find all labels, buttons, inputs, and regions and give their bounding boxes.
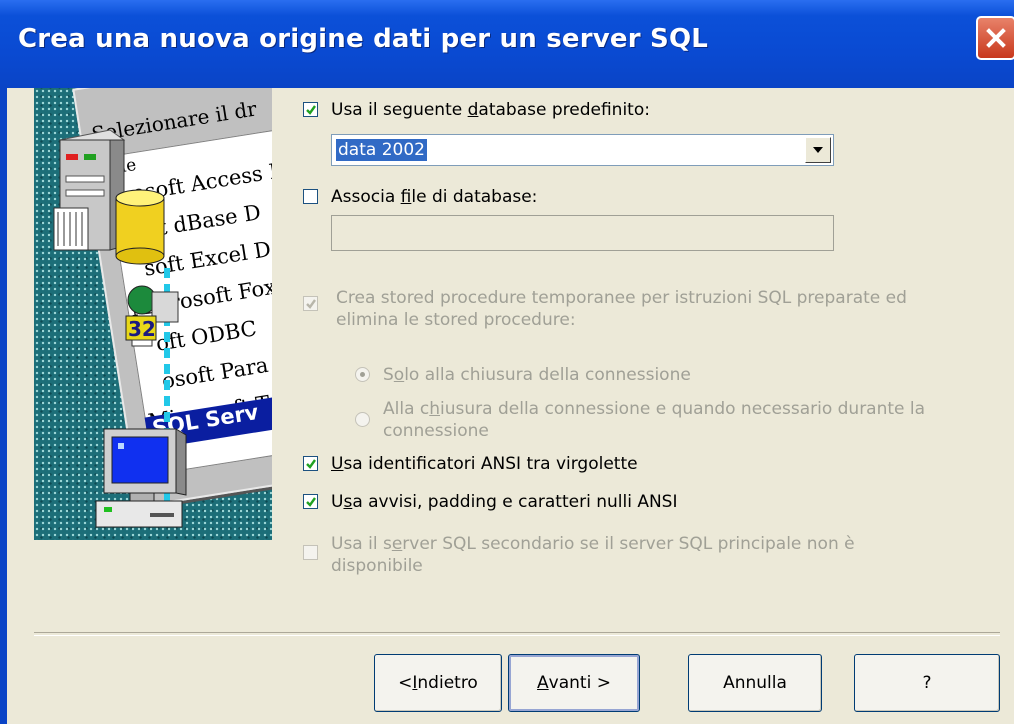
label-accelerator: h <box>429 399 441 419</box>
checkmark-icon <box>305 496 316 507</box>
label-accelerator: U <box>331 454 344 474</box>
label-line: connessione <box>383 421 489 441</box>
database-select-value: data 2002 <box>336 139 427 161</box>
checkmark-icon <box>305 458 316 469</box>
wizard-illustration: Selezionare il dr me osoft Access D oft … <box>34 88 272 540</box>
ansi-nulls-label[interactable]: Usa avvisi, padding e caratteri nulli AN… <box>331 492 677 512</box>
label-text: Alla c <box>383 399 430 419</box>
checkmark-icon <box>305 298 316 309</box>
help-button[interactable]: ? <box>854 654 1000 712</box>
label-accelerator: f <box>400 187 412 207</box>
label-text: U <box>331 492 344 512</box>
title-bar: Crea una nuova origine dati per un serve… <box>0 0 1014 88</box>
database-icon <box>115 189 165 265</box>
button-accelerator: A <box>537 673 549 693</box>
close-icon <box>986 28 1006 48</box>
label-text: atabase predefinito: <box>478 100 650 120</box>
label-text: Associa <box>331 187 401 207</box>
checkmark-icon <box>305 104 316 115</box>
button-text: Annulla <box>723 673 787 693</box>
attach-file-checkbox[interactable] <box>303 189 318 204</box>
button-separator <box>34 632 1000 636</box>
label-line: disponibile <box>331 556 423 576</box>
failover-server-label: Usa il server SQL secondario se il serve… <box>331 533 855 577</box>
illustration-driver: osoft Para <box>160 352 270 394</box>
ansi-nulls-checkbox[interactable] <box>303 494 318 509</box>
ansi-quoted-identifiers-label[interactable]: Usa identificatori ANSI tra virgolette <box>331 454 638 474</box>
label-text: a avvisi, padding e caratteri nulli ANSI <box>352 492 678 512</box>
button-text: < <box>398 673 413 693</box>
label-line: Crea stored procedure temporanee per ist… <box>336 288 907 308</box>
cancel-button[interactable]: Annulla <box>688 654 822 712</box>
default-database-checkbox[interactable] <box>303 102 318 117</box>
button-text: ndietro <box>417 673 478 693</box>
label-text: ile di database: <box>411 187 538 207</box>
label-line: elimina le stored procedure: <box>336 310 576 330</box>
default-database-label[interactable]: Usa il seguente database predefinito: <box>331 100 650 120</box>
radio-close-and-needed <box>355 412 370 427</box>
button-text: vanti > <box>548 673 611 693</box>
label-text: Usa il seguente <box>331 100 468 120</box>
radio-close-only <box>355 367 370 382</box>
radio-close-and-needed-label: Alla chiusura della connessione e quando… <box>383 398 925 442</box>
label-text: S <box>383 365 394 385</box>
temp-stored-procedure-checkbox <box>303 296 318 311</box>
label-text: sa identificatori ANSI tra virgolette <box>343 454 638 474</box>
label-accelerator: s <box>343 492 353 512</box>
label-accelerator: e <box>391 534 403 554</box>
computer-icon <box>95 428 187 528</box>
label-text: rver SQL secondario se il server SQL pri… <box>402 534 855 554</box>
close-button[interactable] <box>976 16 1014 60</box>
odbc-32-icon: 32 <box>125 285 179 347</box>
label-text: Usa il s <box>331 534 392 554</box>
button-text: ? <box>922 673 932 693</box>
window-title: Crea una nuova origine dati per un serve… <box>18 24 709 54</box>
label-accelerator: d <box>467 100 479 120</box>
label-text: iusura della connessione e quando necess… <box>440 399 926 419</box>
next-button[interactable]: Avanti > <box>508 654 640 712</box>
database-select[interactable]: data 2002 <box>331 134 834 166</box>
label-text: lo alla chiusura della connessione <box>404 365 691 385</box>
radio-dot <box>360 372 365 377</box>
radio-close-only-label: Solo alla chiusura della connessione <box>383 365 691 385</box>
chevron-down-icon <box>813 147 823 153</box>
failover-server-checkbox <box>303 545 318 560</box>
back-button[interactable]: < Indietro <box>374 654 502 712</box>
ansi-quoted-identifiers-checkbox[interactable] <box>303 456 318 471</box>
window-border <box>0 88 7 724</box>
dropdown-button[interactable] <box>805 137 831 163</box>
database-file-input <box>331 215 834 251</box>
label-accelerator: o <box>393 365 405 385</box>
temp-stored-procedure-label: Crea stored procedure temporanee per ist… <box>336 287 907 331</box>
odbc-badge-text: 32 <box>128 317 156 341</box>
attach-file-label[interactable]: Associa file di database: <box>331 187 537 207</box>
